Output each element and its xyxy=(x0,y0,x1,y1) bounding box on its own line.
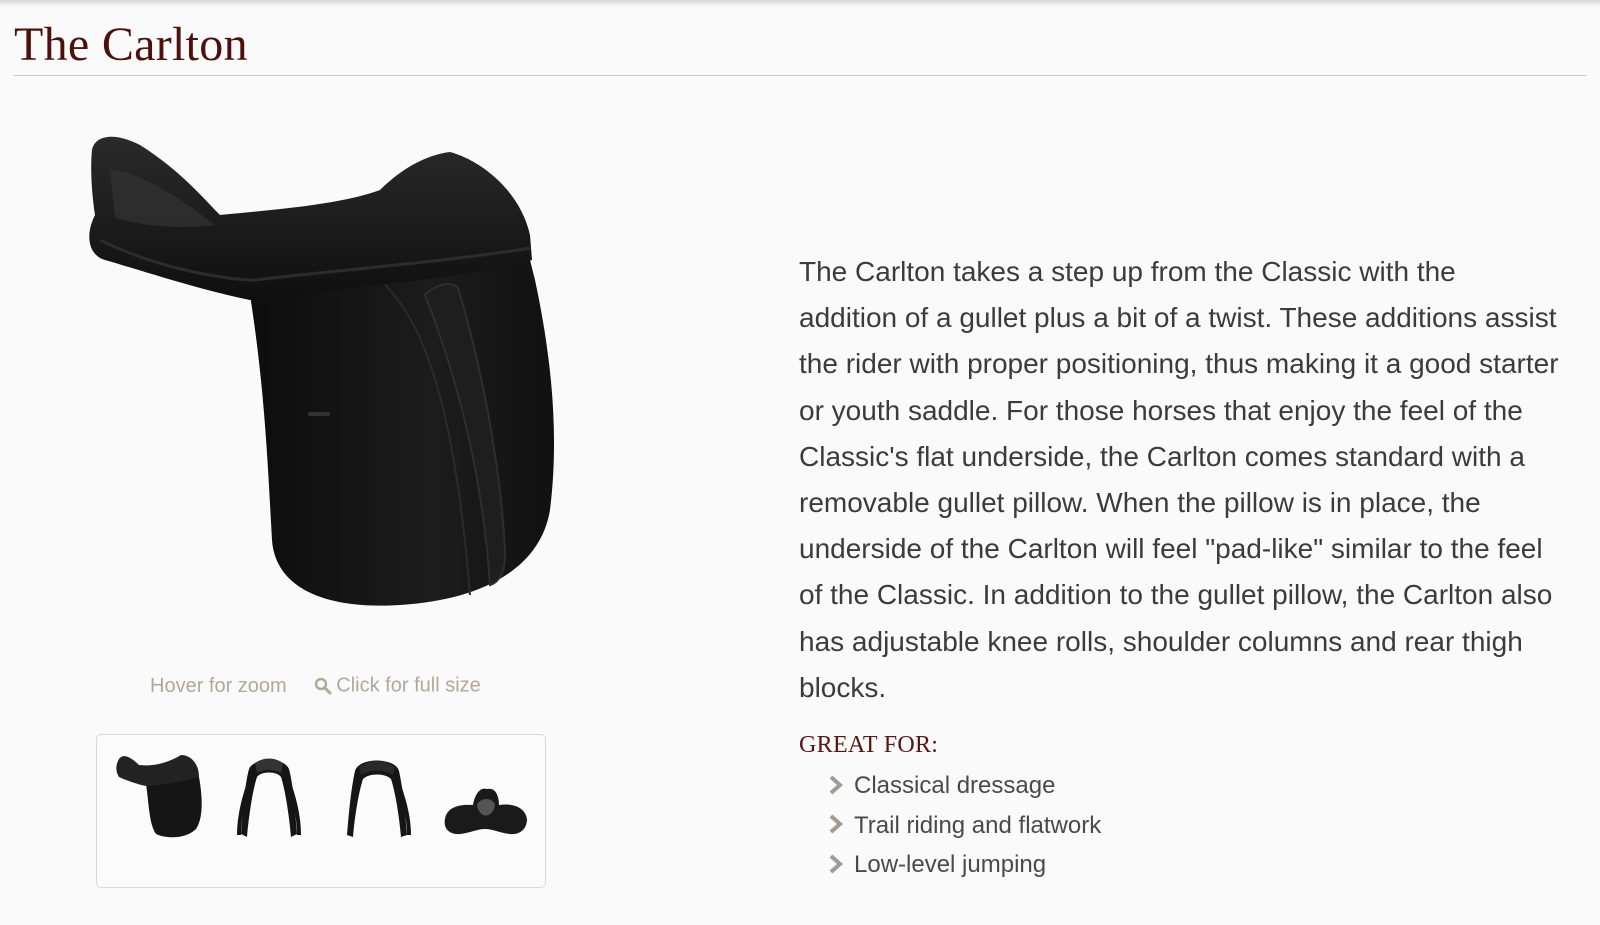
list-item: Low-level jumping xyxy=(828,845,1101,885)
thumbnail-rear-view[interactable] xyxy=(327,749,427,849)
list-item: Classical dressage xyxy=(828,766,1101,806)
chevron-right-icon xyxy=(829,854,844,874)
saddle-rear-view-icon xyxy=(347,760,411,837)
thumbnail-strip xyxy=(96,734,546,888)
list-item-label: Classical dressage xyxy=(854,772,1056,799)
browser-top-shadow xyxy=(0,0,1600,7)
saddle-front-view-icon xyxy=(237,758,301,837)
product-description: The Carlton takes a step up from the Cla… xyxy=(799,256,1559,703)
list-item: Trail riding and flatwork xyxy=(828,806,1101,846)
hover-zoom-hint: Hover for zoom xyxy=(150,674,287,697)
saddle-image xyxy=(89,136,555,606)
thumbnail-underside-view[interactable] xyxy=(435,749,535,849)
saddle-side-view-icon xyxy=(116,755,202,838)
full-size-link[interactable]: Click for full size xyxy=(314,674,481,698)
chevron-right-icon xyxy=(829,775,844,795)
full-size-label: Click for full size xyxy=(336,675,481,698)
thumbnail-side-view[interactable] xyxy=(111,749,211,849)
zoom-hints: Hover for zoom Click for full size xyxy=(150,670,510,700)
magnifier-icon xyxy=(315,677,332,695)
list-item-label: Trail riding and flatwork xyxy=(854,811,1102,839)
chevron-right-icon xyxy=(829,814,844,834)
title-divider xyxy=(14,75,1586,76)
page-title: The Carlton xyxy=(14,18,248,71)
list-item-label: Low-level jumping xyxy=(854,851,1047,878)
saddle-underside-view-icon xyxy=(444,788,527,835)
great-for-list: Classical dressage Trail riding and flat… xyxy=(828,766,1101,885)
thumbnail-front-view[interactable] xyxy=(219,749,319,849)
great-for-heading: GREAT FOR: xyxy=(799,732,939,758)
main-product-image[interactable] xyxy=(80,130,570,620)
